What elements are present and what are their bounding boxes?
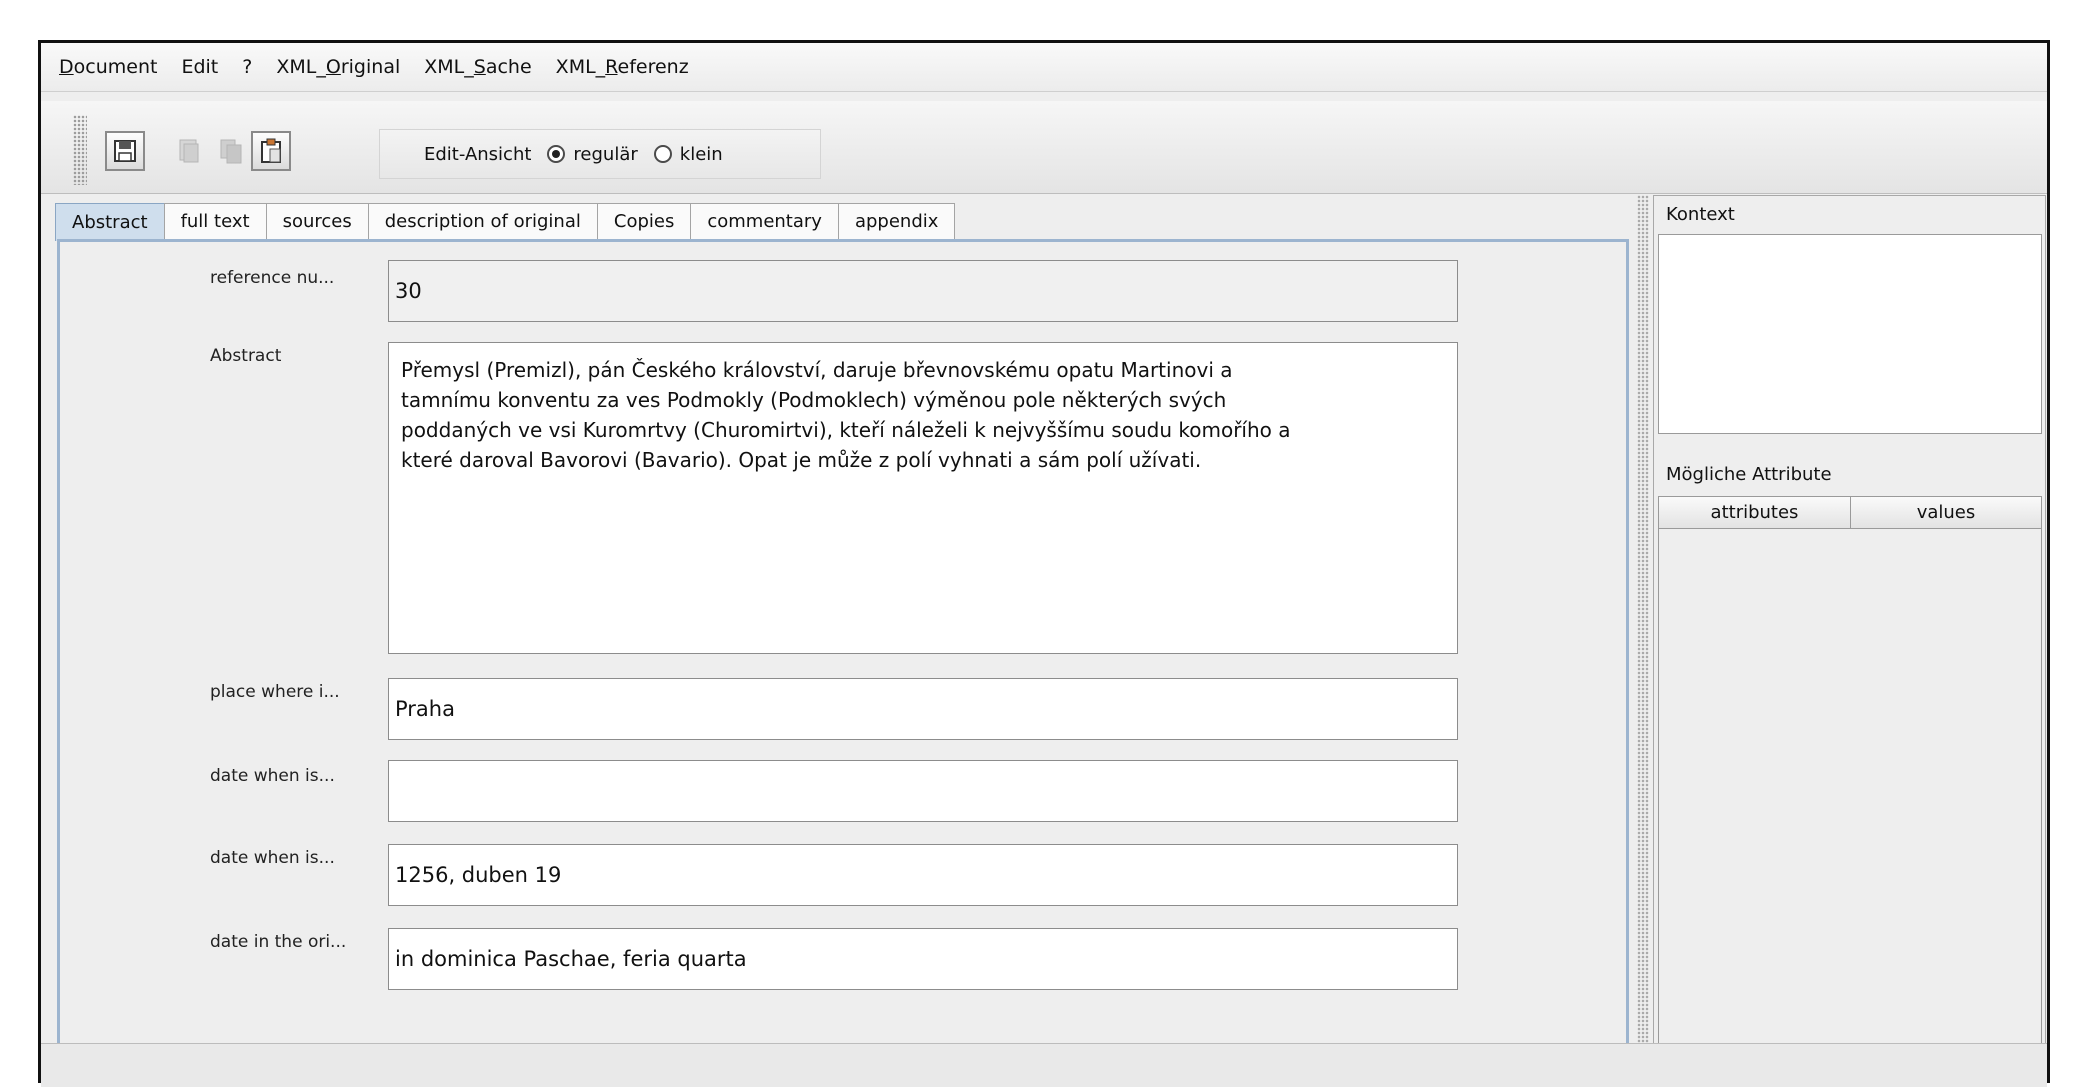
- date-original-field[interactable]: in dominica Paschae, feria quarta: [388, 928, 1458, 990]
- radio-small-label[interactable]: klein: [680, 144, 723, 165]
- clipboard-icon: [261, 138, 281, 163]
- status-bar: [41, 1043, 2047, 1087]
- cut-button[interactable]: [169, 131, 209, 171]
- menu-bar: Document Edit ? XML_Original XML_Sache X…: [41, 43, 2047, 92]
- copy-button[interactable]: [211, 131, 251, 171]
- edit-view-group: Edit-Ansicht regulär klein: [379, 129, 821, 179]
- values-column-header[interactable]: values: [1851, 497, 2041, 529]
- tab-abstract[interactable]: Abstract: [55, 203, 165, 241]
- tab-commentary[interactable]: commentary: [690, 203, 839, 239]
- abstract-line: poddaných ve vsi Kuromrtvy (Churomirtvi)…: [401, 418, 1291, 442]
- date2-field[interactable]: 1256, duben 19: [388, 844, 1458, 906]
- date2-label: date when is...: [210, 848, 335, 868]
- menu-xml-referenz[interactable]: XML_Referenz: [556, 56, 689, 78]
- abstract-textarea[interactable]: Přemysl (Premizl), pán Českého královstv…: [388, 342, 1458, 654]
- menu-help[interactable]: ?: [242, 56, 252, 78]
- abstract-label: Abstract: [210, 346, 282, 366]
- toolbar: Edit-Ansicht regulär klein: [41, 101, 2047, 194]
- kontext-box[interactable]: [1658, 234, 2042, 434]
- abstract-line: tamnímu konventu za ves Podmokly (Podmok…: [401, 388, 1227, 412]
- tab-bar: Abstract full text sources description o…: [55, 203, 956, 241]
- place-label: place where i...: [210, 682, 340, 702]
- abstract-panel: reference nu... 30 Abstract Přemysl (Pre…: [57, 239, 1629, 1049]
- copy-icon: [220, 139, 242, 164]
- attributes-column-header[interactable]: attributes: [1659, 497, 1851, 529]
- attributes-title: Mögliche Attribute: [1666, 464, 1832, 485]
- date-original-label: date in the ori...: [210, 932, 347, 952]
- tab-appendix[interactable]: appendix: [837, 203, 956, 239]
- date1-field[interactable]: [388, 760, 1458, 822]
- reference-label: reference nu...: [210, 268, 335, 288]
- place-field[interactable]: Praha: [388, 678, 1458, 740]
- document-icon: [179, 139, 199, 163]
- paste-button[interactable]: [251, 131, 291, 171]
- app-window: Document Edit ? XML_Original XML_Sache X…: [38, 40, 2050, 1087]
- floppy-disk-icon: [114, 140, 136, 162]
- abstract-line: které daroval Bavorovi (Bavario). Opat j…: [401, 448, 1202, 472]
- tab-sources[interactable]: sources: [265, 203, 369, 239]
- attributes-table: attributes values: [1658, 496, 2042, 1082]
- tab-copies[interactable]: Copies: [596, 203, 692, 239]
- split-pane-divider[interactable]: [1637, 195, 1649, 1087]
- menu-xml-original[interactable]: XML_Original: [276, 56, 400, 78]
- tab-description-of-original[interactable]: description of original: [367, 203, 598, 239]
- radio-regular[interactable]: [547, 145, 566, 163]
- radio-regular-label[interactable]: regulär: [573, 144, 637, 165]
- save-button[interactable]: [105, 131, 145, 171]
- reference-number-field[interactable]: 30: [388, 260, 1458, 322]
- date1-label: date when is...: [210, 766, 335, 786]
- menu-xml-sache[interactable]: XML_Sache: [424, 56, 531, 78]
- menu-edit[interactable]: Edit: [181, 56, 218, 78]
- kontext-title: Kontext: [1666, 204, 1735, 225]
- abstract-line: Přemysl (Premizl), pán Českého královstv…: [401, 358, 1233, 382]
- menu-document[interactable]: Document: [59, 56, 157, 78]
- tab-full-text[interactable]: full text: [163, 203, 267, 239]
- radio-small[interactable]: [653, 145, 672, 163]
- sidebar: Kontext Mögliche Attribute attributes va…: [1653, 195, 2046, 1085]
- edit-view-label: Edit-Ansicht: [424, 143, 532, 165]
- toolbar-grip[interactable]: [73, 115, 87, 185]
